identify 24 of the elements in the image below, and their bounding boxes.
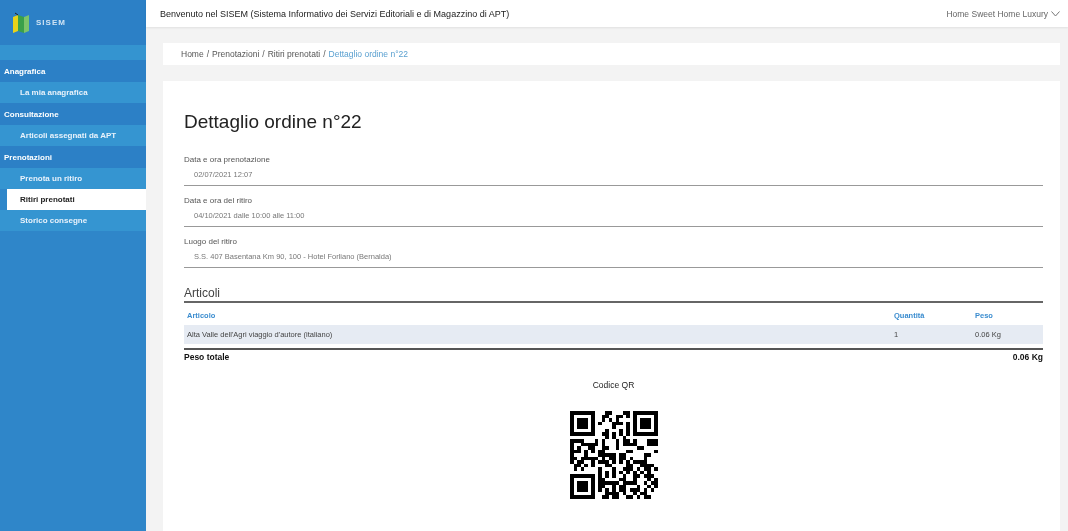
breadcrumb-separator: / (323, 49, 326, 59)
total-label: Peso totale (184, 352, 230, 362)
section-title: Articoli (184, 278, 1043, 303)
breadcrumb-separator: / (262, 49, 265, 59)
sidebar-section-heading: Prenotazioni (0, 146, 146, 168)
field-label: Data e ora del ritiro (184, 196, 254, 205)
breadcrumb-link[interactable]: Home (181, 49, 204, 59)
map-logo-icon (12, 11, 30, 34)
breadcrumb-link[interactable]: Ritiri prenotati (267, 49, 321, 59)
breadcrumb-separator: / (206, 49, 210, 59)
current-page-label: Dettaglio ordine n°22 (328, 49, 408, 59)
sidebar-item[interactable]: Ritiri prenotati (7, 189, 146, 210)
page-title: Dettaglio ordine n°22 (184, 111, 363, 133)
breadcrumb-link[interactable]: Prenotazioni (212, 49, 260, 59)
total-value: 0.06 Kg (1012, 352, 1043, 362)
chevron-down-icon (1051, 10, 1060, 17)
sidebar-section-heading: Consultazione (0, 103, 146, 125)
logo-text: SISEM (36, 18, 66, 27)
field-label: Data e ora prenotazione (184, 155, 271, 164)
user-menu[interactable]: Home Sweet Home Luxury (946, 8, 1060, 19)
qr-label: Codice QR (592, 380, 635, 390)
header-title: Benvenuto nel SISEM (Sistema Informativo dei Servizi Editoriali e di Magazzino di APT) (160, 8, 510, 19)
sidebar-section-heading: Anagrafica (0, 60, 146, 82)
field-label: Luogo del ritiro (184, 237, 238, 246)
